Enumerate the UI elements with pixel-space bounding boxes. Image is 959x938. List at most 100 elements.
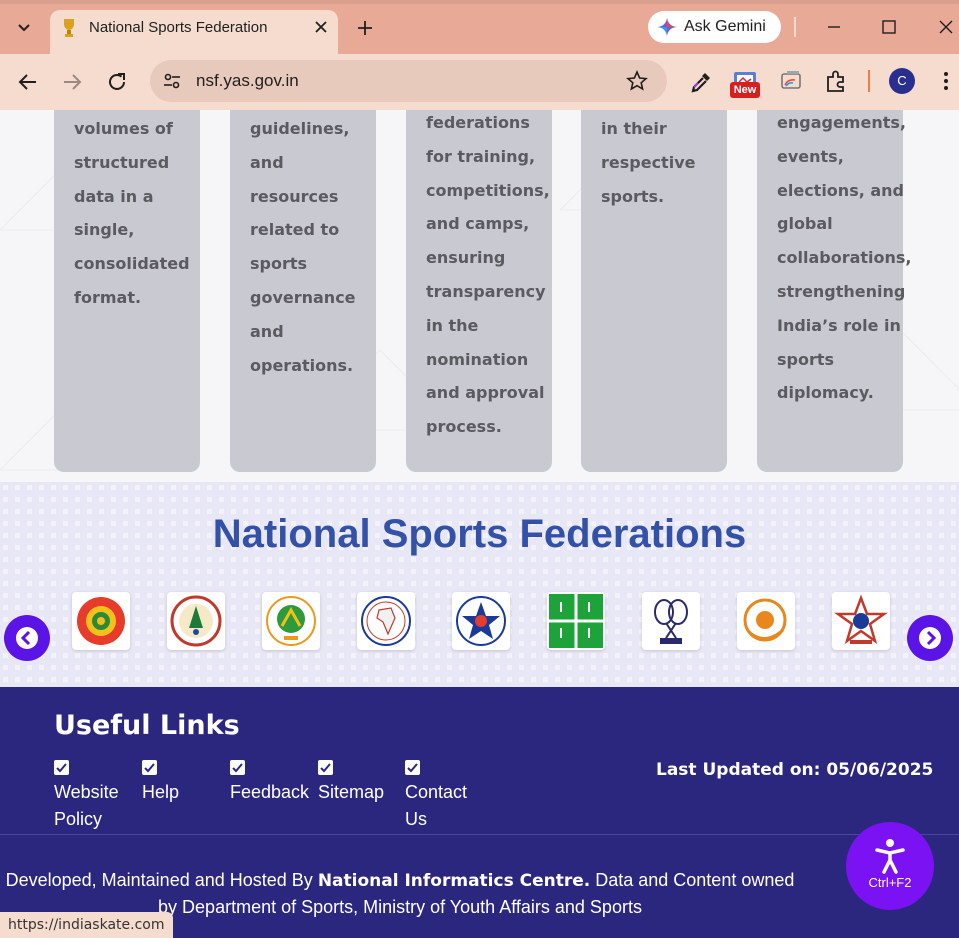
feature-card-line: governance [250,287,356,307]
feature-card-line: engagements, [777,113,906,132]
active-tab[interactable]: National Sports Federation [50,10,338,54]
link-status-bar: https://indiaskate.com [0,912,173,938]
checkbox-icon [318,760,333,775]
chevron-down-icon [18,24,30,32]
close-tab-icon[interactable] [312,18,330,36]
forward-arrow-icon[interactable] [58,68,86,96]
bookmark-star-icon[interactable] [626,70,648,92]
federation-logo-8[interactable] [737,592,795,650]
feature-card-2: guidelines, and resources related to sports g… [230,110,376,472]
federations-section: National Sports Federations [0,482,959,687]
address-bar[interactable]: nsf.yas.gov.in [150,60,667,102]
federations-heading: National Sports Federations [212,512,747,556]
federation-logo-9[interactable] [832,592,890,650]
url-text[interactable]: nsf.yas.gov.in [196,71,299,91]
feature-card-line: and [250,152,284,172]
feature-card-text: engagements, events, elections, and global c… [777,110,912,410]
feature-cards-section: volumes of structured data in a single, cons… [0,110,959,482]
gemini-sparkle-icon [658,18,676,36]
feature-card-text: in their respective sports. [601,112,695,213]
footer-link-label[interactable]: Website Policy [54,779,119,833]
footer-link-sitemap[interactable]: Sitemap [318,760,384,806]
feature-card-line: structured [74,152,170,172]
footer-link-label[interactable]: Contact Us [405,779,467,833]
close-window-icon[interactable] [933,14,959,40]
feature-card-line: India’s role in [777,315,901,335]
footer-link-feedback[interactable]: Feedback [230,760,309,806]
feature-card-3: federations for training, competitions, and… [406,110,552,472]
feature-card-1: volumes of structured data in a single, cons… [54,110,200,472]
chevron-right-icon [919,627,941,649]
accessibility-widget-button[interactable]: Ctrl+F2 [846,822,934,910]
back-arrow-icon[interactable] [14,68,42,96]
accessibility-shortcut: Ctrl+F2 [868,875,912,890]
feature-card-line: diplomacy. [777,383,874,403]
feature-card-line: elections, and [777,180,904,200]
feature-card-text: federations for training, competitions, and… [426,110,550,444]
feature-card-line: federations [426,113,530,132]
carousel-next-button[interactable] [907,615,953,661]
footer-link-website-policy[interactable]: Website Policy [54,760,119,833]
feature-card-line: for training, [426,146,536,166]
more-menu-icon[interactable] [938,68,954,94]
federation-logo-4[interactable] [357,592,415,650]
red-star-emblem-logo [834,594,888,645]
profile-avatar[interactable]: C [889,68,915,94]
feature-card-line: nomination [426,349,529,369]
credit-prefix: Developed, Maintained and Hosted By [5,870,313,890]
feature-card-line: data in a [74,186,154,206]
checkbox-icon [405,760,420,775]
eyedropper-extension-icon[interactable] [687,68,715,96]
federation-logo-3[interactable] [262,592,320,650]
credit-organization[interactable]: National Informatics Centre. [318,871,590,891]
maximize-icon[interactable] [876,14,902,40]
feature-card-line: resources [250,186,339,206]
footer-link-label[interactable]: Sitemap [318,779,384,806]
federation-logo-7[interactable] [642,592,700,650]
federation-logo-5[interactable] [452,592,510,650]
carousel-prev-button[interactable] [4,615,50,661]
feature-card-line: and approval [426,383,545,403]
feature-card-line: in their [601,119,667,138]
tab-title: National Sports Federation [89,19,268,36]
orange-circle-logo [743,598,787,642]
feature-card-5: engagements, events, elections, and global c… [757,110,912,472]
feature-card-line: strengthening [777,281,906,301]
feature-card-line: sports. [601,186,665,206]
feature-card-line: and camps, [426,214,530,234]
tennis-racquets-logo [654,599,688,644]
seal-emblem-logo [170,595,222,647]
tab-search-button[interactable] [10,14,38,42]
site-info-icon[interactable] [162,71,182,91]
reload-icon[interactable] [103,68,131,96]
profile-divider [868,70,870,92]
star-emblem-logo [456,596,506,646]
cast-extension-icon[interactable] [777,68,805,96]
minimize-icon[interactable] [821,14,847,40]
new-badge: New [730,82,760,98]
footer-link-label[interactable]: Help [142,779,179,806]
federation-logo-2[interactable] [167,592,225,650]
federation-logo-6[interactable] [547,592,605,650]
feature-card-line: events, [777,146,844,166]
feature-card-line: format. [74,287,142,307]
trophy-favicon-icon [64,19,74,37]
feature-card-line: in the [426,315,479,335]
new-tab-icon[interactable] [352,15,378,41]
toolbar-divider [794,17,796,37]
ask-gemini-button[interactable]: Ask Gemini [648,11,781,43]
federation-logo-1[interactable] [72,592,130,650]
footer-link-label[interactable]: Feedback [230,779,309,806]
feature-card-line: global [777,214,833,234]
footer-link-contact-us[interactable]: Contact Us [405,760,467,833]
footer-divider [0,834,959,835]
feature-card-line: related to [250,220,340,240]
sun-emblem-logo [77,597,125,645]
extensions-puzzle-icon[interactable] [822,68,850,96]
feature-card-line: and [250,321,284,341]
checkbox-icon [54,760,69,775]
accessibility-person-icon [875,839,905,874]
feature-card-line: transparency [426,281,546,301]
last-updated-text: Last Updated on: 05/06/2025 [656,760,934,780]
footer-link-help[interactable]: Help [142,760,179,806]
